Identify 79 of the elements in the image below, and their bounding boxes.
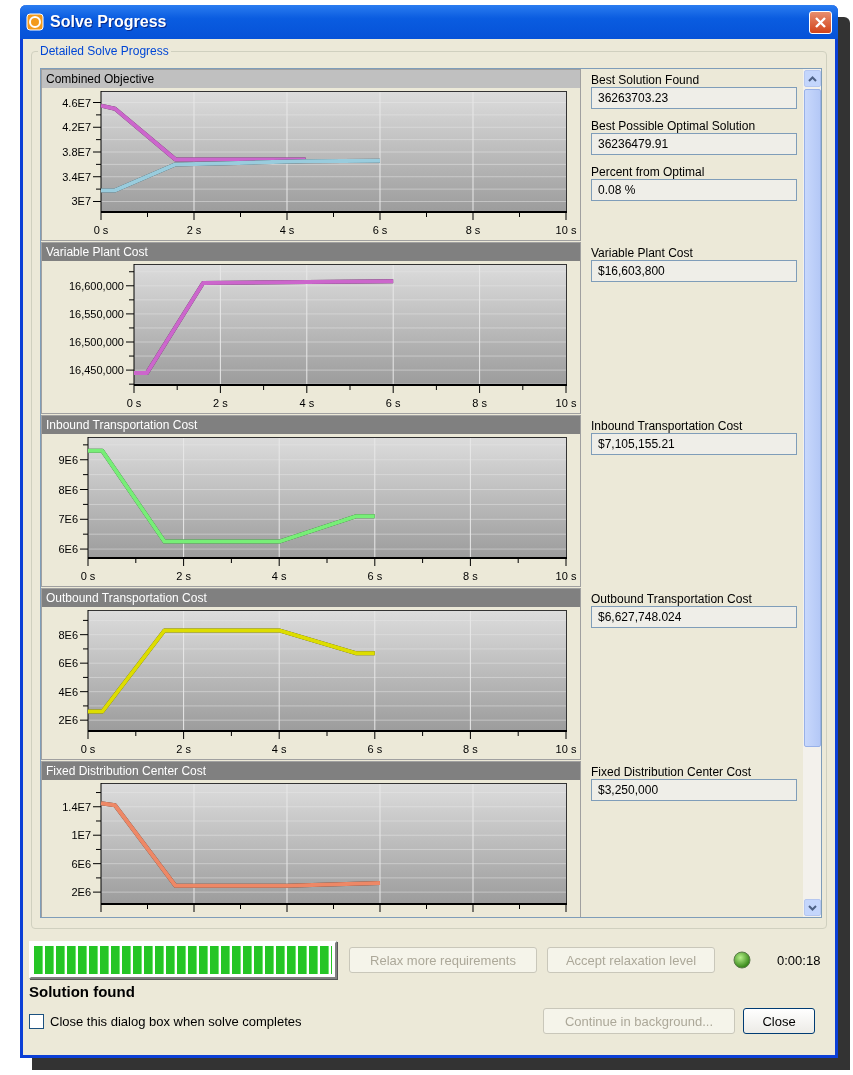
tick-label: 7E6 — [58, 513, 78, 526]
tick-label: 16,450,000 — [68, 364, 124, 377]
tick-label: 2E6 — [58, 714, 78, 727]
tick-label: 4 s — [299, 397, 315, 409]
tick-label: 1E7 — [71, 829, 91, 842]
tick-label: 10 s — [555, 743, 577, 755]
tick-label: 2E6 — [71, 886, 91, 899]
tick-label: 2 s — [186, 224, 202, 236]
value-field[interactable]: $6,627,748.024 — [591, 606, 797, 628]
group-title: Detailed Solve Progress — [38, 44, 171, 58]
field-label: Percent from Optimal — [591, 165, 706, 179]
tick-label: 6E6 — [71, 857, 91, 870]
field-label: Best Possible Optimal Solution — [591, 119, 757, 133]
tick-label: 8 s — [465, 224, 481, 236]
chart-title: Variable Plant Cost — [42, 243, 580, 261]
tick-label: 0 s — [80, 570, 96, 582]
close-icon — [814, 15, 827, 29]
tick-label: 3E7 — [71, 195, 91, 208]
value-field[interactable]: $3,250,000 — [591, 779, 797, 801]
tick-label: 4E6 — [58, 685, 78, 698]
scroll-thumb[interactable] — [803, 89, 821, 747]
tick-label: 0 s — [126, 397, 142, 409]
tick-label: 6E6 — [58, 543, 78, 556]
chart-title: Fixed Distribution Center Cost — [42, 762, 580, 780]
tick-label: 16,500,000 — [68, 336, 124, 348]
field-label: Best Solution Found — [591, 73, 701, 87]
value-field[interactable]: 36236479.91 — [591, 133, 797, 155]
tick-label: 2 s — [176, 743, 191, 755]
chart-title: Outbound Transportation Cost — [42, 589, 580, 607]
tick-label: 4 s — [279, 224, 295, 236]
close-button[interactable] — [809, 10, 832, 34]
tick-label: 8 s — [472, 397, 487, 409]
tick-label: 1.4E7 — [62, 800, 91, 813]
tick-label: 8E6 — [58, 483, 78, 496]
tick-label: 6E6 — [58, 657, 78, 670]
tick-label: 6 s — [372, 224, 388, 236]
tick-label: 16,550,000 — [68, 307, 124, 320]
tick-label: 9E6 — [58, 453, 78, 466]
tick-label: 10 s — [555, 397, 577, 409]
tick-label: 3.8E7 — [62, 146, 91, 158]
tick-label: 6 s — [367, 743, 383, 755]
value-field[interactable]: 0.08 % — [591, 179, 797, 201]
tick-label: 2 s — [213, 397, 228, 409]
tick-label: 10 s — [555, 224, 577, 236]
field-label: Outbound Transportation Cost — [591, 592, 753, 606]
status-text: Solution found — [29, 983, 135, 1000]
tick-label: 4.2E7 — [62, 121, 91, 134]
app-icon — [26, 13, 44, 31]
value-field[interactable]: 36263703.23 — [591, 87, 797, 109]
tick-label: 6 s — [367, 570, 383, 582]
elapsed-time: 0:00:18 — [777, 952, 821, 968]
tick-label: 8 s — [463, 570, 478, 582]
tick-label: 2 s — [176, 570, 191, 582]
tick-label: 16,600,000 — [68, 279, 124, 292]
tick-label: 4.6E7 — [62, 96, 91, 109]
tick-label: 8E6 — [58, 628, 78, 641]
tick-label: 0 s — [93, 224, 109, 236]
field-label: Variable Plant Cost — [591, 246, 694, 260]
field-label: Fixed Distribution Center Cost — [591, 765, 753, 779]
value-field[interactable]: $7,105,155.21 — [591, 433, 797, 455]
tick-label: 8 s — [463, 743, 478, 755]
tick-label: 10 s — [555, 570, 577, 582]
scroll-up-button[interactable] — [803, 70, 821, 87]
dialog-button[interactable]: Close — [743, 1008, 815, 1034]
tick-label: 0 s — [80, 743, 96, 755]
status-light-icon — [733, 951, 751, 969]
tick-label: 3.4E7 — [62, 170, 91, 183]
field-label: Inbound Transportation Cost — [591, 419, 744, 433]
tick-label: 6 s — [385, 397, 401, 409]
checkbox-label: Close this dialog box when solve completes — [50, 1013, 302, 1029]
window-title: Solve Progress — [50, 13, 167, 31]
scrollbar[interactable] — [803, 69, 821, 917]
tick-label: 4 s — [271, 743, 287, 755]
tick-label: 4 s — [271, 570, 287, 582]
scroll-down-button[interactable] — [803, 899, 821, 916]
chart-title: Inbound Transportation Cost — [42, 416, 580, 434]
checkbox[interactable] — [29, 1013, 44, 1029]
chart-title: Combined Objective — [42, 70, 580, 88]
value-field[interactable]: $16,603,800 — [591, 260, 797, 282]
